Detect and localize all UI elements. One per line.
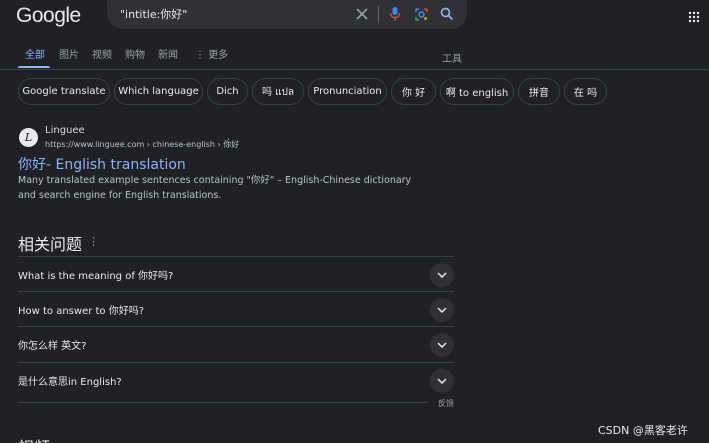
- chip-a-to-english[interactable]: 啊 to english: [440, 78, 514, 105]
- chevron-down-icon[interactable]: [430, 298, 454, 322]
- tabs-divider: [0, 69, 709, 70]
- tab-more-label: 更多: [208, 50, 229, 61]
- related-questions-heading: 相关问题: [18, 235, 83, 254]
- chip-google-translate[interactable]: Google translate: [18, 78, 110, 105]
- chevron-down-icon[interactable]: [430, 369, 454, 393]
- tab-news[interactable]: 新闻: [158, 49, 178, 65]
- search-divider: [378, 6, 379, 23]
- chip-pinyin[interactable]: 拼音: [518, 78, 560, 105]
- related-question[interactable]: How to answer to 你好吗?: [18, 291, 454, 326]
- chip-dich[interactable]: Dich: [207, 78, 248, 105]
- google-logo[interactable]: Google: [16, 3, 81, 29]
- apps-grid-icon[interactable]: [688, 8, 700, 23]
- related-question[interactable]: 是什么意思in English?: [18, 362, 454, 397]
- related-question-text: 是什么意思in English?: [18, 377, 122, 388]
- feedback-link[interactable]: 反馈: [438, 398, 454, 409]
- chip-ma-thai[interactable]: 吗 แปล: [252, 78, 304, 105]
- related-question-text: What is the meaning of 你好吗?: [18, 271, 174, 282]
- result-title-link[interactable]: 你好- English translation: [18, 154, 186, 174]
- site-favicon[interactable]: L: [19, 128, 38, 147]
- chip-ni-hao[interactable]: 你 好: [391, 78, 436, 105]
- more-vert-icon: ⋮: [195, 50, 205, 61]
- related-more-icon[interactable]: ⋮: [88, 235, 99, 248]
- microphone-icon[interactable]: [387, 6, 403, 22]
- clear-icon[interactable]: [354, 6, 370, 22]
- related-question[interactable]: 你怎么样 英文?: [18, 326, 454, 361]
- tab-more[interactable]: ⋮ 更多: [195, 49, 228, 65]
- lens-icon[interactable]: [413, 6, 429, 22]
- search-input[interactable]: "intitle:你好": [120, 6, 187, 22]
- chevron-down-icon[interactable]: [430, 263, 454, 287]
- chip-zai-ma[interactable]: 在 吗: [564, 78, 607, 105]
- chevron-down-icon[interactable]: [430, 333, 454, 357]
- result-more-icon[interactable]: ⋮: [224, 138, 233, 148]
- related-question-text: How to answer to 你好吗?: [18, 306, 145, 317]
- active-tab-indicator: [18, 66, 50, 68]
- tools-button[interactable]: 工具: [442, 50, 462, 65]
- related-question-text: 你怎么样 英文?: [18, 341, 87, 352]
- tab-videos[interactable]: 视频: [92, 49, 112, 65]
- search-bar[interactable]: "intitle:你好": [107, 0, 467, 29]
- chip-which-language[interactable]: Which language: [114, 78, 203, 105]
- videos-section-heading: 视频: [18, 434, 50, 443]
- tab-all[interactable]: 全部: [25, 49, 45, 65]
- tab-shopping[interactable]: 购物: [125, 49, 145, 65]
- result-site-name[interactable]: Linguee: [45, 125, 85, 136]
- related-question[interactable]: What is the meaning of 你好吗?: [18, 256, 454, 291]
- tab-images[interactable]: 图片: [59, 49, 79, 65]
- related-bottom-divider: [18, 402, 428, 403]
- result-snippet: Many translated example sentences contai…: [18, 175, 412, 201]
- search-icon[interactable]: [439, 6, 455, 22]
- csdn-watermark: CSDN @黑客老许: [598, 424, 688, 437]
- chip-pronunciation[interactable]: Pronunciation: [308, 78, 387, 105]
- result-url[interactable]: https://www.linguee.com › chinese-englis…: [45, 139, 239, 150]
